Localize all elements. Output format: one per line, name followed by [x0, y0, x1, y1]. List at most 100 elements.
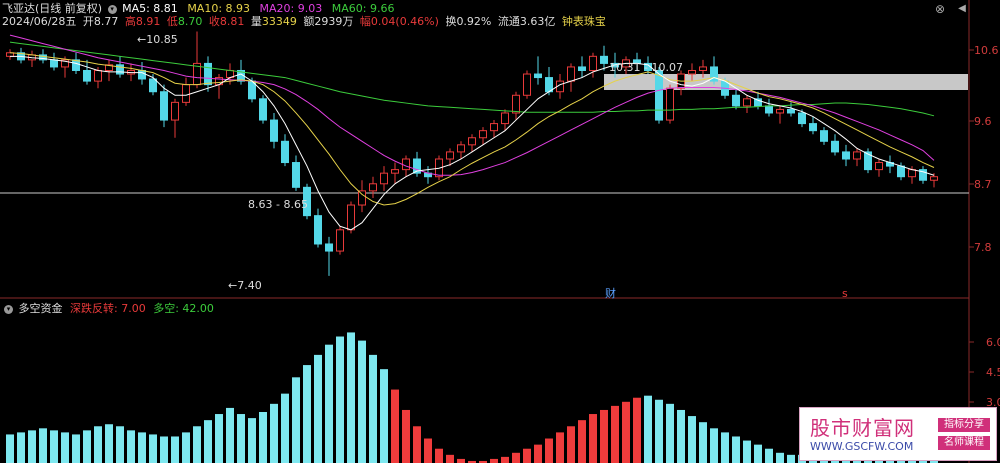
chg-value: 0.04(0.46%) [370, 15, 439, 28]
candle-body [534, 73, 542, 79]
indicator-label-2: 多空: 42.00 [153, 302, 214, 315]
financial-report-marker[interactable]: 财 [605, 287, 616, 300]
histogram-bar [754, 444, 762, 463]
watermark-logo: 股市财富网 WWW.GSCFW.COM 指标分享 名师课程 [799, 407, 997, 461]
vol-value: 33349 [261, 15, 297, 28]
candle-body [380, 172, 388, 185]
dropdown-icon[interactable]: ▾ [107, 4, 117, 14]
histogram-bar [347, 332, 355, 463]
candle-body [72, 59, 80, 71]
candle-body [204, 62, 212, 86]
histogram-bar [160, 436, 168, 463]
histogram-bar [457, 458, 465, 463]
high-value: 8.91 [135, 15, 161, 28]
open-value: 8.77 [93, 15, 119, 28]
candle-body [391, 169, 399, 174]
s-marker[interactable]: s [842, 287, 848, 300]
candle-body [578, 66, 586, 71]
histogram-bar [215, 414, 223, 463]
histogram-bar [721, 432, 729, 463]
close-icon[interactable]: ⊗ [933, 2, 947, 16]
watermark-tag-1: 指标分享 [938, 418, 990, 432]
candle-body [138, 69, 146, 80]
histogram-bar [688, 416, 696, 463]
histogram-bar [149, 434, 157, 463]
candle-body [875, 162, 883, 171]
histogram-bar [633, 397, 641, 463]
candle-body [479, 130, 487, 139]
price-axis-label: 9.6 [974, 115, 992, 128]
histogram-bar [677, 409, 685, 463]
candle-body [160, 91, 168, 121]
high-annotation: ←10.85 [137, 33, 178, 46]
histogram-bar [248, 418, 256, 463]
candle-body [182, 84, 190, 103]
histogram-bar [380, 369, 388, 463]
histogram-bar [358, 340, 366, 463]
histogram-bar [424, 438, 432, 463]
histogram-bar [600, 409, 608, 463]
histogram-bar [6, 434, 14, 463]
histogram-bar [237, 414, 245, 463]
candle-body [149, 78, 157, 93]
float-value: 3.63亿 [519, 15, 556, 28]
histogram-bar [314, 354, 322, 463]
histogram-bar [523, 448, 531, 463]
low-annotation-value: 7.40 [237, 279, 262, 292]
close-value: 8.81 [219, 15, 245, 28]
histogram-bar [666, 403, 674, 463]
candle-body [666, 87, 674, 121]
histogram-bar [204, 420, 212, 463]
kline-chart[interactable] [0, 0, 1000, 463]
candle-body [512, 94, 520, 114]
candle-body [171, 101, 179, 121]
candle-body [776, 108, 784, 114]
candle-body [743, 98, 751, 107]
histogram-bar [72, 434, 80, 463]
sector-tag[interactable]: 钟表珠宝 [562, 15, 606, 28]
candle-body [402, 158, 410, 171]
candle-body [490, 123, 498, 132]
high-annotation-value: 10.85 [146, 33, 178, 46]
histogram-bar [743, 440, 751, 463]
histogram-bar [765, 448, 773, 463]
histogram-bar [138, 432, 146, 463]
histogram-bar [127, 430, 135, 463]
indicator-title[interactable]: 多空资金 [19, 302, 63, 315]
indicator-axis-label: 4.5 [986, 366, 1000, 379]
histogram-bar [446, 454, 454, 463]
price-axis-label: 10.6 [974, 44, 999, 57]
candle-body [369, 183, 377, 192]
histogram-bar [644, 395, 652, 463]
histogram-bar [435, 448, 443, 463]
histogram-bar [193, 426, 201, 463]
candle-body [325, 243, 333, 252]
candle-body [688, 69, 696, 75]
histogram-bar [699, 422, 707, 463]
collapse-icon[interactable]: ◀ [955, 2, 969, 16]
histogram-bar [61, 432, 69, 463]
indicator-dropdown-icon[interactable]: ▾ [4, 304, 13, 314]
close-label: 收 [208, 15, 220, 28]
range-annotation: 10.31 - 10.07 [609, 61, 683, 74]
histogram-bar [732, 436, 740, 463]
histogram-bar [391, 389, 399, 463]
histogram-bar [83, 430, 91, 463]
histogram-bar [336, 336, 344, 463]
candle-body [831, 140, 839, 153]
stock-chart-window: 飞亚达(日线 前复权) ▾ MA5: 8.81 MA10: 8.93 MA20:… [0, 0, 1000, 463]
candle-body [457, 144, 465, 153]
amt-value: 2939万 [314, 15, 354, 28]
candle-body [281, 140, 289, 164]
histogram-bar [655, 399, 663, 463]
histogram-bar [270, 403, 278, 463]
histogram-bar [116, 426, 124, 463]
histogram-bar [512, 452, 520, 463]
histogram-bar [303, 365, 311, 463]
candle-body [820, 130, 828, 142]
axis-ticks [969, 49, 974, 403]
histogram-bar [710, 428, 718, 463]
candle-body [908, 169, 916, 178]
histogram-bar [413, 426, 421, 463]
indicator-axis-label: 6.0 [986, 336, 1000, 349]
